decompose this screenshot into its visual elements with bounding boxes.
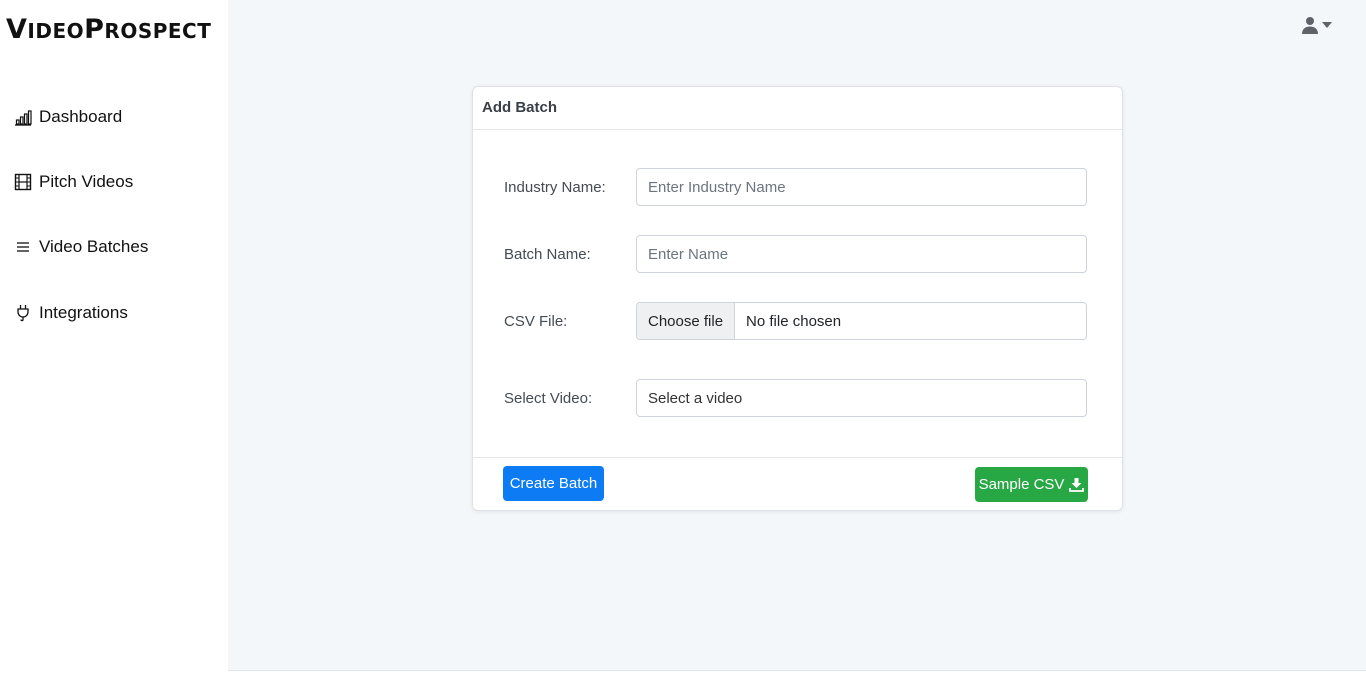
industry-input[interactable]	[636, 168, 1087, 206]
sidebar-item-label: Pitch Videos	[39, 172, 134, 191]
csv-row: CSV File: Choose file No file chosen	[504, 302, 1087, 340]
industry-row: Industry Name:	[504, 168, 1087, 206]
logo-letter-v: V	[6, 14, 28, 45]
download-icon	[1069, 478, 1085, 492]
logo-text-ideo: IDEO	[27, 19, 85, 43]
csv-file-input[interactable]: Choose file No file chosen	[636, 302, 1087, 340]
caret-down-icon	[1322, 22, 1332, 28]
batch-name-input[interactable]	[636, 235, 1087, 273]
user-icon	[1302, 17, 1318, 34]
logo-text-rospect: ROSPECT	[104, 19, 212, 43]
industry-label: Industry Name:	[504, 178, 606, 196]
bar-chart-icon	[13, 107, 33, 127]
user-menu[interactable]	[1302, 16, 1333, 34]
sidebar-item-integrations[interactable]: Integrations	[13, 303, 128, 323]
film-icon	[13, 172, 33, 192]
sidebar-item-label: Integrations	[39, 303, 128, 322]
plug-icon	[13, 303, 33, 323]
logo-letter-p: P	[84, 14, 105, 45]
csv-label: CSV File:	[504, 312, 568, 330]
video-label: Select Video:	[504, 389, 593, 407]
sidebar: VIDEOPROSPECT Dashboard Pitch Videos Vid…	[0, 0, 228, 673]
list-icon	[13, 237, 33, 257]
sidebar-item-label: Video Batches	[39, 237, 149, 256]
add-batch-card: Add Batch Industry Name: Batch Name: CSV…	[472, 86, 1123, 511]
card-footer: Create Batch Sample CSV	[473, 457, 1122, 511]
batch-row: Batch Name:	[504, 235, 1087, 273]
batch-label: Batch Name:	[504, 245, 591, 263]
app-logo[interactable]: VIDEOPROSPECT	[6, 14, 211, 45]
sample-csv-label: Sample CSV	[978, 476, 1065, 493]
sidebar-item-pitch-videos[interactable]: Pitch Videos	[13, 172, 133, 192]
video-row: Select Video: Select a video	[504, 379, 1087, 417]
file-status: No file chosen	[746, 312, 842, 330]
sample-csv-button[interactable]: Sample CSV	[975, 467, 1088, 502]
sidebar-item-label: Dashboard	[39, 107, 123, 126]
sidebar-item-dashboard[interactable]: Dashboard	[13, 107, 122, 127]
video-select[interactable]: Select a video	[636, 379, 1087, 417]
create-batch-button[interactable]: Create Batch	[503, 466, 604, 501]
main-content: Add Batch Industry Name: Batch Name: CSV…	[228, 0, 1366, 671]
card-title: Add Batch	[473, 87, 1122, 130]
sidebar-item-video-batches[interactable]: Video Batches	[13, 237, 148, 257]
choose-file-button[interactable]: Choose file	[637, 303, 736, 339]
